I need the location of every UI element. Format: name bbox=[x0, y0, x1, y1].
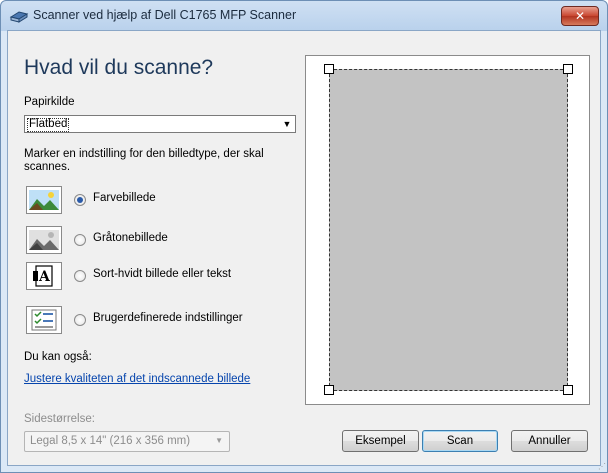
page-title: Hvad vil du scanne? bbox=[24, 56, 214, 79]
paper-source-value: Flatbed bbox=[29, 118, 68, 130]
resize-handle-bottom-right[interactable] bbox=[563, 385, 573, 395]
svg-text:A: A bbox=[38, 269, 51, 285]
close-icon: ✕ bbox=[574, 9, 586, 23]
chevron-down-icon: ▼ bbox=[282, 119, 292, 129]
radio-grayscale[interactable] bbox=[74, 234, 86, 246]
scan-button[interactable]: Scan bbox=[422, 430, 498, 452]
also-label: Du kan også: bbox=[24, 351, 92, 363]
page-size-label: Sidestørrelse: bbox=[24, 413, 95, 425]
resize-handle-top-left[interactable] bbox=[324, 64, 334, 74]
adjust-quality-link[interactable]: Justere kvaliteten af det indscannede bi… bbox=[24, 373, 250, 385]
image-type-instruction: Marker en indstilling for den billedtype… bbox=[24, 148, 264, 173]
cancel-button[interactable]: Annuller bbox=[511, 430, 588, 452]
color-picture-icon[interactable] bbox=[26, 186, 62, 214]
radio-black-white[interactable] bbox=[74, 270, 86, 282]
radio-color[interactable] bbox=[74, 194, 86, 206]
page-size-dropdown[interactable]: Legal 8,5 x 14" (216 x 356 mm) ▼ bbox=[24, 431, 230, 452]
scan-preview-pane[interactable] bbox=[305, 55, 590, 405]
option-label-custom[interactable]: Brugerdefinerede indstillinger bbox=[93, 312, 243, 324]
option-label-grayscale[interactable]: Gråtonebillede bbox=[93, 232, 168, 244]
resize-handle-bottom-left[interactable] bbox=[324, 385, 334, 395]
window-title: Scanner ved hjælp af Dell C1765 MFP Scan… bbox=[33, 8, 297, 22]
paper-source-dropdown[interactable]: Flatbed ▼ bbox=[24, 115, 296, 133]
resize-handle-top-right[interactable] bbox=[563, 64, 573, 74]
paper-source-label: Papirkilde bbox=[24, 96, 75, 108]
close-button[interactable]: ✕ bbox=[561, 6, 599, 26]
grayscale-picture-icon[interactable] bbox=[26, 226, 62, 254]
resize-grip-icon[interactable]: ⋰ bbox=[598, 462, 606, 471]
custom-settings-icon[interactable] bbox=[26, 306, 62, 334]
scanner-icon bbox=[9, 11, 29, 23]
black-white-text-icon[interactable]: A bbox=[26, 262, 62, 290]
scan-area[interactable] bbox=[329, 69, 568, 391]
title-bar[interactable]: Scanner ved hjælp af Dell C1765 MFP Scan… bbox=[1, 1, 607, 31]
radio-custom[interactable] bbox=[74, 314, 86, 326]
option-label-black-white[interactable]: Sort-hvidt billede eller tekst bbox=[93, 268, 231, 280]
option-label-color[interactable]: Farvebillede bbox=[93, 192, 156, 204]
preview-button[interactable]: Eksempel bbox=[342, 430, 419, 452]
chevron-down-icon: ▼ bbox=[215, 436, 223, 445]
page-size-value: Legal 8,5 x 14" (216 x 356 mm) bbox=[30, 435, 191, 447]
